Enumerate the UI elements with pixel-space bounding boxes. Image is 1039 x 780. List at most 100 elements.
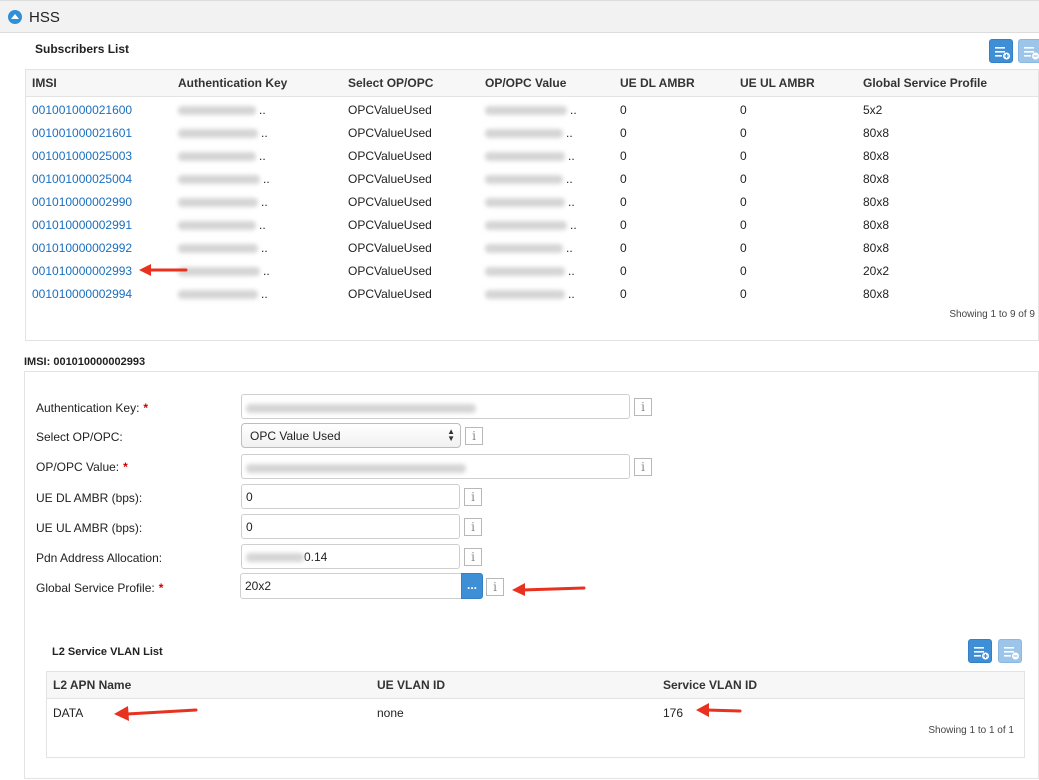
- op-opc-label: Select OP/OPC:: [36, 430, 123, 444]
- op-value-field[interactable]: [241, 454, 630, 479]
- add-row-icon: [974, 647, 989, 660]
- profile-cell: 80x8: [863, 241, 890, 255]
- ue-dl-ambr-label: UE DL AMBR (bps):: [36, 491, 143, 505]
- op-opc-cell: OPCValueUsed: [348, 126, 432, 140]
- auth-key-cell: ..: [178, 195, 268, 209]
- add-vlan-button[interactable]: [968, 639, 992, 663]
- ue-dl-cell: 0: [620, 241, 627, 255]
- col-imsi[interactable]: IMSI: [32, 76, 57, 90]
- add-row-icon: [995, 47, 1010, 60]
- col-service-vlan-id[interactable]: Service VLAN ID: [663, 678, 757, 692]
- info-icon[interactable]: i: [486, 578, 504, 596]
- col-op-opc-value[interactable]: OP/OPC Value: [485, 76, 566, 90]
- remove-subscriber-button[interactable]: [1018, 39, 1039, 63]
- info-icon[interactable]: i: [464, 518, 482, 536]
- op-value-cell: ..: [485, 172, 573, 186]
- imsi-link[interactable]: 001001000021600: [32, 103, 132, 117]
- imsi-link[interactable]: 001001000025003: [32, 149, 132, 163]
- pdn-address-field[interactable]: 0.14: [241, 544, 460, 569]
- op-opc-select[interactable]: OPC Value Used ▲ ▼: [241, 423, 461, 448]
- op-opc-cell: OPCValueUsed: [348, 241, 432, 255]
- select-arrows-icon: ▲ ▼: [447, 427, 455, 443]
- ue-ul-cell: 0: [740, 218, 747, 232]
- global-service-profile-label: Global Service Profile: *: [36, 581, 164, 595]
- imsi-link[interactable]: 001001000021601: [32, 126, 132, 140]
- imsi-link[interactable]: 001010000002993: [32, 264, 132, 278]
- profile-cell: 80x8: [863, 287, 890, 301]
- profile-cell: 80x8: [863, 149, 890, 163]
- op-value-label: OP/OPC Value: *: [36, 460, 128, 474]
- col-global-service-profile[interactable]: Global Service Profile: [863, 76, 987, 90]
- subscribers-table-header: IMSI Authentication Key Select OP/OPC OP…: [26, 70, 1038, 97]
- op-value-cell: ..: [485, 103, 577, 117]
- ue-dl-ambr-field[interactable]: 0: [241, 484, 460, 509]
- profile-cell: 80x8: [863, 218, 890, 232]
- ue-ul-ambr-field[interactable]: 0: [241, 514, 460, 539]
- ue-ul-cell: 0: [740, 172, 747, 186]
- auth-key-cell: ..: [178, 103, 266, 117]
- pdn-address-label: Pdn Address Allocation:: [36, 551, 163, 565]
- ue-ul-cell: 0: [740, 126, 747, 140]
- annotation-arrow-icon: [139, 264, 188, 276]
- op-value-cell: ..: [485, 241, 573, 255]
- auth-key-field[interactable]: [241, 394, 630, 419]
- browse-profile-button[interactable]: ...: [461, 573, 483, 599]
- service-vlan-cell: 176: [663, 706, 684, 720]
- op-value-cell: ..: [485, 149, 575, 163]
- imsi-link[interactable]: 001010000002991: [32, 218, 132, 232]
- ue-ul-cell: 0: [740, 103, 747, 117]
- ue-ul-cell: 0: [740, 149, 747, 163]
- col-ue-dl-ambr[interactable]: UE DL AMBR: [620, 76, 695, 90]
- op-opc-cell: OPCValueUsed: [348, 172, 432, 186]
- col-ue-ul-ambr[interactable]: UE UL AMBR: [740, 76, 815, 90]
- col-l2-apn-name[interactable]: L2 APN Name: [53, 678, 131, 692]
- ue-dl-cell: 0: [620, 287, 627, 301]
- profile-cell: 80x8: [863, 172, 890, 186]
- ue-dl-cell: 0: [620, 103, 627, 117]
- col-ue-vlan-id[interactable]: UE VLAN ID: [377, 678, 445, 692]
- detail-title: IMSI: 001010000002993: [24, 356, 146, 368]
- ue-dl-cell: 0: [620, 149, 627, 163]
- info-icon[interactable]: i: [634, 398, 652, 416]
- auth-key-cell: ..: [178, 172, 270, 186]
- auth-key-label: Authentication Key: *: [36, 401, 149, 415]
- imsi-link[interactable]: 001010000002990: [32, 195, 132, 209]
- op-value-cell: ..: [485, 126, 573, 140]
- ue-dl-cell: 0: [620, 126, 627, 140]
- imsi-link[interactable]: 001001000025004: [32, 172, 132, 186]
- collapse-toggle-icon[interactable]: [8, 10, 22, 24]
- info-icon[interactable]: i: [464, 488, 482, 506]
- op-opc-cell: OPCValueUsed: [348, 264, 432, 278]
- ue-vlan-cell: none: [377, 706, 404, 720]
- add-subscriber-button[interactable]: [989, 39, 1013, 63]
- auth-key-cell: ..: [178, 126, 268, 140]
- auth-key-cell: ..: [178, 287, 268, 301]
- op-opc-cell: OPCValueUsed: [348, 103, 432, 117]
- op-value-cell: ..: [485, 195, 575, 209]
- col-auth-key[interactable]: Authentication Key: [178, 76, 287, 90]
- ue-ul-cell: 0: [740, 264, 747, 278]
- vlan-table-header: L2 APN Name UE VLAN ID Service VLAN ID: [47, 672, 1024, 699]
- auth-key-cell: ..: [178, 241, 268, 255]
- annotation-arrow-icon: [696, 703, 742, 717]
- remove-row-icon: [1024, 47, 1039, 60]
- profile-cell: 80x8: [863, 195, 890, 209]
- remove-vlan-button[interactable]: [998, 639, 1022, 663]
- col-op-opc[interactable]: Select OP/OPC: [348, 76, 433, 90]
- annotation-arrow-icon: [114, 706, 198, 721]
- subscribers-list-title: Subscribers List: [35, 42, 130, 56]
- op-value-cell: ..: [485, 264, 575, 278]
- ue-ul-ambr-label: UE UL AMBR (bps):: [36, 521, 143, 535]
- info-icon[interactable]: i: [634, 458, 652, 476]
- remove-row-icon: [1004, 647, 1019, 660]
- ue-dl-cell: 0: [620, 264, 627, 278]
- vlan-pagination-info: Showing 1 to 1 of 1: [928, 725, 1014, 736]
- info-icon[interactable]: i: [465, 427, 483, 445]
- ue-dl-cell: 0: [620, 195, 627, 209]
- ue-dl-cell: 0: [620, 172, 627, 186]
- subscribers-table: IMSI Authentication Key Select OP/OPC OP…: [25, 69, 1039, 341]
- imsi-link[interactable]: 001010000002992: [32, 241, 132, 255]
- imsi-link[interactable]: 001010000002994: [32, 287, 132, 301]
- global-service-profile-field[interactable]: 20x2: [240, 573, 462, 599]
- info-icon[interactable]: i: [464, 548, 482, 566]
